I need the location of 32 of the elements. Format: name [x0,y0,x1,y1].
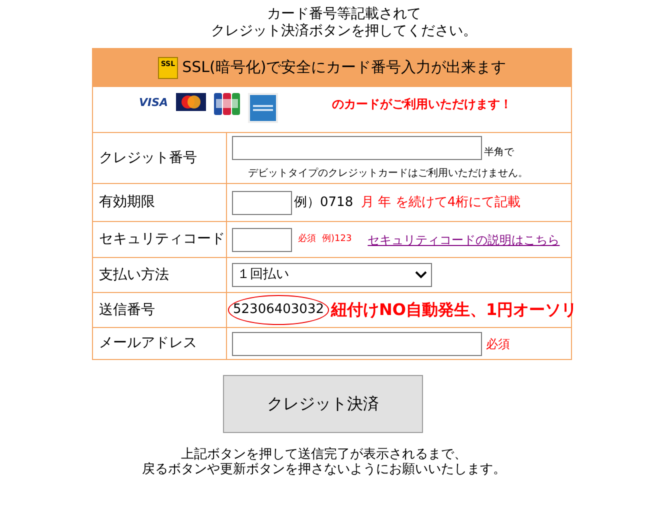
mastercard-logo [176,93,206,111]
field-label: クレジット番号 [99,148,197,168]
footer-notice: 上記ボタンを押して送信完了が表示されるまで、 [181,447,467,462]
field-label: メールアドレス [99,334,197,353]
debit-card-note: デビットタイプのクレジットカードはご利用いただけません。 [248,166,528,180]
expiry-field[interactable] [232,190,292,214]
security-code-link[interactable]: セキュリティコードの説明はこちら [368,230,560,248]
visa-logo: VISA [139,97,168,108]
field-label: 有効期限 [99,193,155,212]
required-label: 必須 [486,336,510,352]
transmission-number: 52306403032 [228,295,329,325]
accepted-cards-notice: のカードがご利用いただけます！ [332,96,512,113]
field-label: 送信番号 [99,300,155,320]
email-field[interactable] [232,332,482,356]
payment-select[interactable]: １回払い [232,263,432,287]
card-number-field[interactable] [232,136,482,160]
security-code-field[interactable] [232,228,292,252]
expiry-example: 例）0718 [294,194,354,212]
amex-logo [248,93,278,123]
half-width-note: 半角で [484,146,514,160]
page-heading: クレジット決済ボタンを押してください。 [211,23,477,40]
security-hint: 必須 [298,232,316,246]
page-heading: カード番号等記載されて [267,6,421,23]
security-hint: 例)123 [322,232,352,246]
credit-payment-button[interactable]: クレジット決済 [223,375,423,433]
field-label: セキュリティコード [99,230,225,249]
ssl-banner-text: SSL(暗号化)で安全にカード番号入力が出来ます [182,57,506,78]
field-label: 支払い方法 [99,266,169,284]
jcb-logo [214,93,240,115]
expiry-hint: 月 年 を続けて4桁にて記載 [361,194,521,212]
chevron-down-icon [415,271,427,279]
footer-notice: 戻るボタンや更新ボタンを押さないようにお願いいたします。 [142,462,506,477]
